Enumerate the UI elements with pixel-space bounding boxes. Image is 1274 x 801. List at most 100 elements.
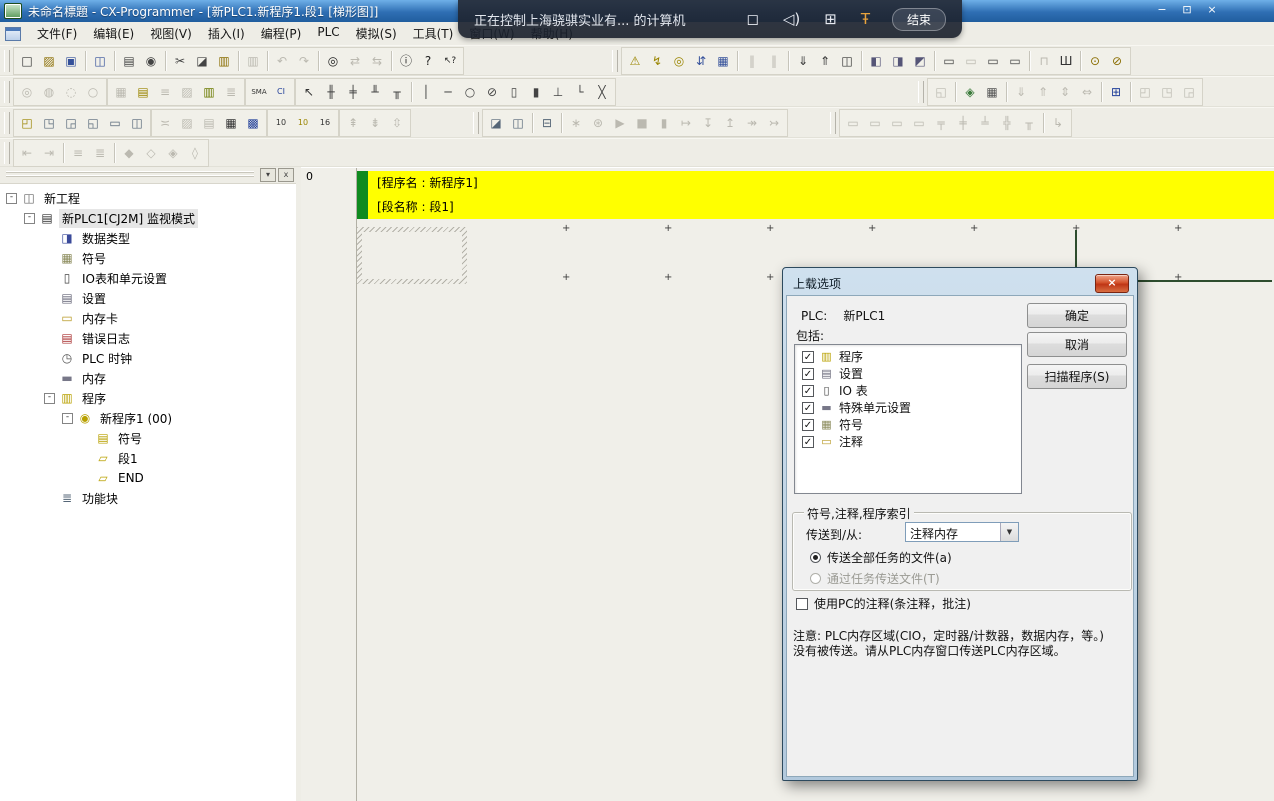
sim-transfer-button[interactable]: ◫ — [508, 113, 528, 133]
show-project-tree-button[interactable]: ◰ — [17, 113, 37, 133]
transfer-memory-select[interactable]: 注释内存 ▼ — [905, 522, 1019, 542]
include-item-special-units[interactable]: ✓▬特殊单元设置 — [795, 399, 1021, 416]
menu-view[interactable]: 视图(V) — [142, 25, 200, 42]
contact-or-nc-button[interactable]: ╥ — [387, 82, 407, 102]
sim-online-button[interactable]: ◪ — [486, 113, 506, 133]
monitor-network-button[interactable]: ▦ — [713, 51, 733, 71]
menu-edit[interactable]: 编辑(E) — [85, 25, 142, 42]
tree-item-programs[interactable]: -▥程序 — [0, 388, 296, 408]
tree-item-memory-card[interactable]: ▭内存卡 — [0, 308, 296, 328]
restore-button[interactable]: ⊡ — [1177, 2, 1197, 19]
tree-item-plc-clock[interactable]: ◷PLC 时钟 — [0, 348, 296, 368]
print-button[interactable]: ▤ — [119, 51, 139, 71]
print-preview-button[interactable]: ◉ — [141, 51, 161, 71]
download-plc-button[interactable]: ⇓ — [793, 51, 813, 71]
tree-item-program1[interactable]: -◉新程序1 (00) — [0, 408, 296, 428]
dialog-title-bar[interactable]: 上载选项 × — [786, 271, 1134, 295]
copy-button[interactable]: ◪ — [192, 51, 212, 71]
tree-item-symbols[interactable]: ▦符号 — [0, 248, 296, 268]
paste-button[interactable]: ▥ — [214, 51, 234, 71]
ci-button[interactable]: CI — [271, 82, 291, 102]
end-session-button[interactable]: 结束 — [892, 8, 946, 31]
coil-button[interactable]: ○ — [460, 82, 480, 102]
scan-program-button[interactable]: 扫描程序(S) — [1027, 364, 1127, 389]
display-hex-button[interactable]: 16 — [315, 113, 335, 133]
connect-line-button[interactable]: └ — [570, 82, 590, 102]
show-output-button[interactable]: ◳ — [39, 113, 59, 133]
io-comment-view-button[interactable]: ▩ — [243, 113, 263, 133]
chevron-down-icon[interactable]: ▼ — [1000, 523, 1018, 541]
auto-online-button[interactable]: ↯ — [647, 51, 667, 71]
panel-grip[interactable] — [6, 171, 254, 179]
tree-item-end[interactable]: ▱END — [0, 468, 296, 488]
selected-cell[interactable] — [357, 227, 467, 284]
save-button[interactable]: ▣ — [61, 51, 81, 71]
include-item-io-table[interactable]: ✓▯IO 表 — [795, 382, 1021, 399]
select-tool-button[interactable]: ↖ — [299, 82, 319, 102]
display-signed-button[interactable]: 10 — [293, 113, 313, 133]
include-item-settings[interactable]: ✓▤设置 — [795, 365, 1021, 382]
closed-instruction-button[interactable]: ▮ — [526, 82, 546, 102]
fullscreen-icon[interactable]: ◻ — [746, 10, 758, 28]
include-item-symbols[interactable]: ✓▦符号 — [795, 416, 1021, 433]
closed-coil-button[interactable]: ⊘ — [482, 82, 502, 102]
new-button[interactable]: □ — [17, 51, 37, 71]
cancel-button[interactable]: 取消 — [1027, 332, 1127, 357]
show-watch-button[interactable]: ◲ — [61, 113, 81, 133]
force-unlock-button[interactable]: ⊘ — [1107, 51, 1127, 71]
monitor-panel-4-button[interactable]: ▭ — [1005, 51, 1025, 71]
apply-online-edit-button[interactable]: ◈ — [960, 82, 980, 102]
function-invoke-button[interactable]: ⊥ — [548, 82, 568, 102]
tree-item-function-blocks[interactable]: ≣功能块 — [0, 488, 296, 508]
tree-item-new-project[interactable]: -◫新工程 — [0, 188, 296, 208]
display-decimal-button[interactable]: 10 — [271, 113, 291, 133]
menu-insert[interactable]: 插入(I) — [200, 25, 253, 42]
menu-plc[interactable]: PLC — [309, 25, 347, 42]
monitor-panel-1-button[interactable]: ▭ — [939, 51, 959, 71]
menu-simulation[interactable]: 模拟(S) — [348, 25, 405, 42]
include-item-program[interactable]: ✓▥程序 — [795, 348, 1021, 365]
tree-item-section1[interactable]: ▱段1 — [0, 448, 296, 468]
find-report-button[interactable]: ◫ — [90, 51, 110, 71]
speaker-icon[interactable]: ◁) — [783, 10, 800, 28]
include-item-comments[interactable]: ✓▭注释 — [795, 433, 1021, 450]
expander-icon[interactable]: - — [6, 193, 17, 204]
show-address-button[interactable]: ▭ — [105, 113, 125, 133]
checkbox[interactable]: ✓ — [802, 436, 814, 448]
delete-line-button[interactable]: ╳ — [592, 82, 612, 102]
menu-file[interactable]: 文件(F) — [29, 25, 85, 42]
find-button[interactable]: ◎ — [323, 51, 343, 71]
minimize-button[interactable]: − — [1152, 2, 1172, 19]
expander-icon[interactable]: - — [24, 213, 35, 224]
add-window-icon[interactable]: ⊞ — [824, 10, 837, 28]
show-io-button[interactable]: ◫ — [127, 113, 147, 133]
monitor-in-rung-button[interactable]: ▥ — [199, 82, 219, 102]
use-pc-comments-checkbox[interactable] — [796, 598, 808, 610]
force-lock-button[interactable]: ⊙ — [1085, 51, 1105, 71]
close-button[interactable]: × — [1202, 2, 1222, 19]
time-chart-button[interactable]: Ш — [1056, 51, 1076, 71]
horizontal-line-button[interactable]: ─ — [438, 82, 458, 102]
contact-nc-button[interactable]: ╪ — [343, 82, 363, 102]
run-mode-button[interactable]: ◩ — [910, 51, 930, 71]
vertical-line-button[interactable]: │ — [416, 82, 436, 102]
tree-item-io-table[interactable]: ▯IO表和单元设置 — [0, 268, 296, 288]
ok-button[interactable]: 确定 — [1027, 303, 1127, 328]
menu-program[interactable]: 编程(P) — [253, 25, 310, 42]
monitor-mode-button[interactable]: ◨ — [888, 51, 908, 71]
about-button[interactable]: ⓘ — [396, 51, 416, 71]
transfer-settings-button[interactable]: ⇵ — [691, 51, 711, 71]
dialog-close-button[interactable]: × — [1095, 274, 1129, 293]
tree-item-plc1[interactable]: -▤新PLC1[CJ2M] 监视模式 — [0, 208, 296, 228]
program-mode-button[interactable]: ◧ — [866, 51, 886, 71]
online-search-button[interactable]: ◎ — [669, 51, 689, 71]
open-button[interactable]: ▨ — [39, 51, 59, 71]
transfer-all-radio[interactable] — [810, 552, 821, 563]
panel-dropdown-button[interactable]: ▾ — [260, 168, 276, 182]
compare-plc-button[interactable]: ◫ — [837, 51, 857, 71]
checkbox[interactable]: ✓ — [802, 385, 814, 397]
release-online-edit-button[interactable]: ▦ — [982, 82, 1002, 102]
rung-comment-button[interactable]: ▦ — [221, 113, 241, 133]
tree-item-memory[interactable]: ▬内存 — [0, 368, 296, 388]
data-trace-button[interactable]: ⊟ — [537, 113, 557, 133]
